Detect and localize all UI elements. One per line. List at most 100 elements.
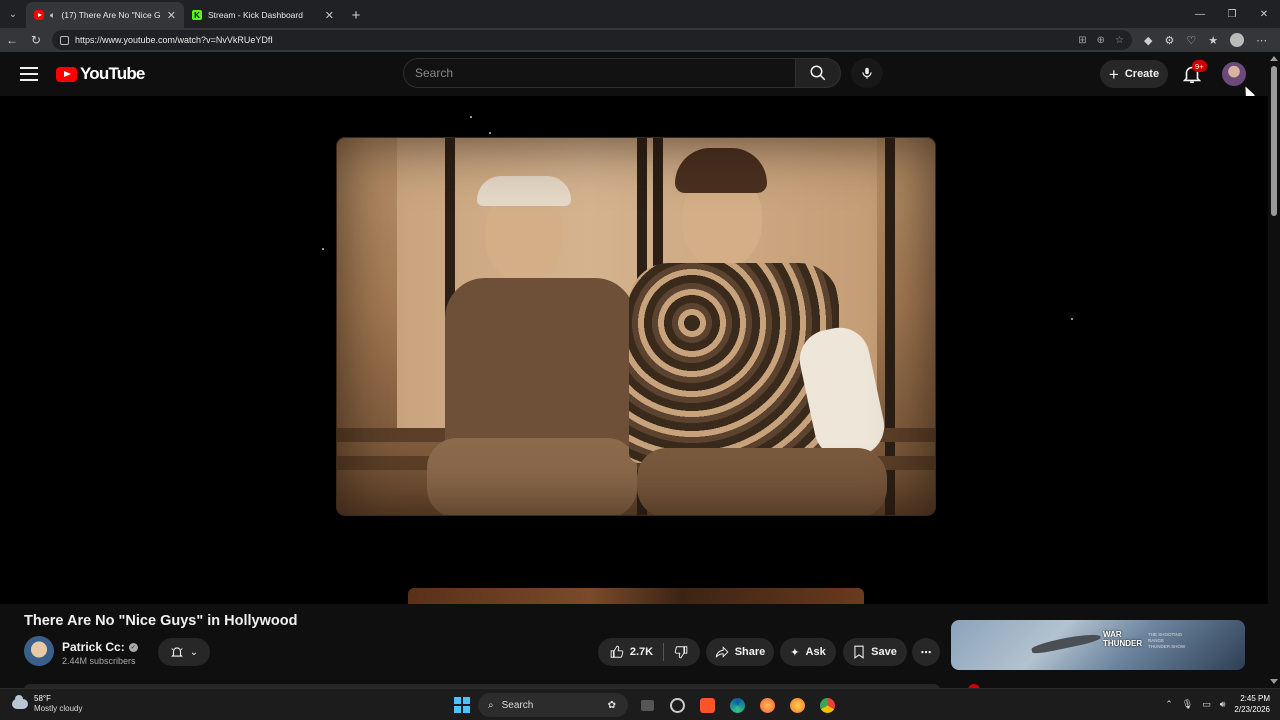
channel-name: Patrick Cc: <box>62 640 125 654</box>
like-count: 2.7K <box>629 646 654 658</box>
subscription-bell-button[interactable]: ⌄ <box>158 638 210 666</box>
app-install-icon[interactable]: ⊞ <box>1078 35 1086 46</box>
create-label: Create <box>1124 68 1160 80</box>
address-toolbar: ← ↻ https://www.youtube.com/watch?v=NvVk… <box>0 28 1280 52</box>
sparkle-dot <box>322 248 324 250</box>
youtube-favicon-icon <box>34 10 44 20</box>
youtube-masthead: YouTube Search + Create 9+ <box>0 52 1268 96</box>
save-button[interactable]: Save <box>843 638 907 666</box>
sparkle-dot <box>1071 318 1073 320</box>
subscriber-count: 2.44M subscribers <box>62 656 136 666</box>
account-avatar[interactable] <box>1222 62 1246 86</box>
tab-kick-dashboard[interactable]: K Stream - Kick Dashboard ✕ <box>184 2 342 28</box>
microphone-tray-icon[interactable]: 🎙︎ <box>1182 699 1193 710</box>
clock-time: 2:45 PM <box>1240 694 1270 703</box>
scroll-up-arrow-icon[interactable] <box>1270 56 1278 61</box>
weather-condition: Mostly cloudy <box>34 704 83 713</box>
thumbnail-side-text: THE SHOOTING RANGE THUNDER SHOW <box>1148 632 1186 649</box>
create-button[interactable]: + Create <box>1100 60 1168 88</box>
window-controls: — ❐ ✕ <box>1184 0 1280 28</box>
tab-title: (17) There Are No "Nice Guys" in Hollywo… <box>61 10 161 20</box>
share-button[interactable]: Share <box>706 638 774 666</box>
ask-label: Ask <box>805 646 826 658</box>
brave-browser-icon[interactable] <box>696 694 718 716</box>
kick-favicon-icon: K <box>192 10 202 20</box>
share-label: Share <box>734 646 766 658</box>
site-info-icon[interactable] <box>60 35 69 45</box>
youtube-logo[interactable]: YouTube <box>56 64 145 84</box>
page-scrollbar[interactable] <box>1268 52 1280 688</box>
ask-button[interactable]: ✦ Ask <box>780 638 836 666</box>
channel-avatar[interactable] <box>24 636 54 666</box>
system-tray: ⌃ 🎙︎ ▭ 🔊︎ 2:45 PM 2/23/2026 <box>1165 693 1270 715</box>
minimize-icon[interactable]: — <box>1184 9 1216 20</box>
plus-icon: + <box>1108 64 1119 84</box>
recommended-video-thumbnail[interactable]: WAR THUNDER THE SHOOTING RANGE THUNDER S… <box>951 620 1245 670</box>
tray-overflow-chevron-icon[interactable]: ⌃ <box>1165 699 1173 710</box>
chrome-icon[interactable] <box>816 694 838 716</box>
weather-widget[interactable]: 58°F Mostly cloudy <box>12 694 82 714</box>
video-info-panel: There Are No "Nice Guys" in Hollywood Pa… <box>0 604 1268 690</box>
windows-start-icon[interactable] <box>454 697 470 713</box>
url-field[interactable]: https://www.youtube.com/watch?v=NvVkRUeY… <box>52 30 1132 50</box>
close-tab-icon[interactable]: ✕ <box>167 9 176 22</box>
extensions-puzzle-icon[interactable]: ⚙ <box>1164 34 1174 47</box>
zoom-icon[interactable]: ⊕ <box>1097 35 1105 46</box>
url-text: https://www.youtube.com/watch?v=NvVkRUeY… <box>75 35 273 45</box>
network-icon[interactable]: ▭ <box>1202 699 1211 710</box>
browser-essentials-icon[interactable]: ♡ <box>1186 34 1196 47</box>
taskbar-search[interactable]: ⌕ Search ✿ <box>478 693 628 717</box>
chevron-down-icon: ⌄ <box>189 646 199 658</box>
firefox-icon[interactable] <box>756 694 778 716</box>
clock-date: 2/23/2026 <box>1234 705 1270 714</box>
extensions-area: ◆ ⚙ ♡ ★ ⋯ <box>1144 33 1267 47</box>
like-button[interactable]: 2.7K <box>610 645 653 659</box>
notification-count-badge: 9+ <box>1192 60 1207 72</box>
bookmark-icon <box>854 645 864 659</box>
search-icon <box>810 65 826 81</box>
search-input[interactable]: Search <box>403 58 796 88</box>
video-player[interactable] <box>0 96 1268 604</box>
refresh-icon[interactable]: ↻ <box>24 33 48 47</box>
taskbar-search-label: Search <box>501 699 534 711</box>
extension-diamond-icon[interactable]: ◆ <box>1144 34 1152 47</box>
tab-title: Stream - Kick Dashboard <box>208 10 303 20</box>
speaker-icon[interactable]: 🔈︎ <box>50 10 55 21</box>
copilot-icon[interactable] <box>666 694 688 716</box>
thumbs-up-icon <box>610 645 624 658</box>
microphone-icon <box>862 67 872 79</box>
tab-youtube[interactable]: 🔈︎ (17) There Are No "Nice Guys" in Holl… <box>26 2 184 28</box>
restore-icon[interactable]: ❐ <box>1216 9 1248 20</box>
clock[interactable]: 2:45 PM 2/23/2026 <box>1234 693 1270 715</box>
back-arrow-icon[interactable]: ← <box>0 33 24 47</box>
channel-name-link[interactable]: Patrick Cc: ✓ <box>62 640 138 654</box>
firefox-dev-icon[interactable] <box>786 694 808 716</box>
thumbs-down-icon[interactable] <box>674 645 688 659</box>
close-tab-icon[interactable]: ✕ <box>325 9 334 22</box>
more-dots-icon: ⋯ <box>920 646 932 659</box>
tab-search-chevron-icon[interactable]: ⌄ <box>0 0 26 28</box>
browser-tab-strip: ⌄ 🔈︎ (17) There Are No "Nice Guys" in Ho… <box>0 0 1280 28</box>
video-title: There Are No "Nice Guys" in Hollywood <box>24 613 298 629</box>
more-actions-button[interactable]: ⋯ <box>912 638 940 666</box>
sparkle-dot <box>470 116 472 118</box>
favorite-star-icon[interactable]: ☆ <box>1115 35 1124 46</box>
new-tab-plus-icon[interactable]: + <box>342 2 370 28</box>
scroll-down-arrow-icon[interactable] <box>1270 679 1278 684</box>
overlay-end-card[interactable] <box>408 588 864 604</box>
edge-browser-icon[interactable] <box>726 694 748 716</box>
browser-profile-avatar[interactable] <box>1230 33 1245 47</box>
close-window-icon[interactable]: ✕ <box>1248 9 1280 20</box>
task-view-icon[interactable] <box>636 694 658 716</box>
menu-hamburger-icon[interactable] <box>20 67 38 81</box>
scrollbar-thumb[interactable] <box>1271 66 1277 216</box>
volume-icon[interactable]: 🔊︎ <box>1220 699 1226 710</box>
voice-search-button[interactable] <box>851 58 883 88</box>
weather-temp: 58°F <box>34 694 51 703</box>
search-icon: ⌕ <box>488 699 494 711</box>
save-label: Save <box>871 646 897 658</box>
url-actions: ⊞ ⊕ ☆ <box>1078 35 1124 46</box>
favorites-icon[interactable]: ★ <box>1208 34 1218 47</box>
search-button[interactable] <box>795 58 841 88</box>
browser-menu-icon[interactable]: ⋯ <box>1256 34 1267 47</box>
